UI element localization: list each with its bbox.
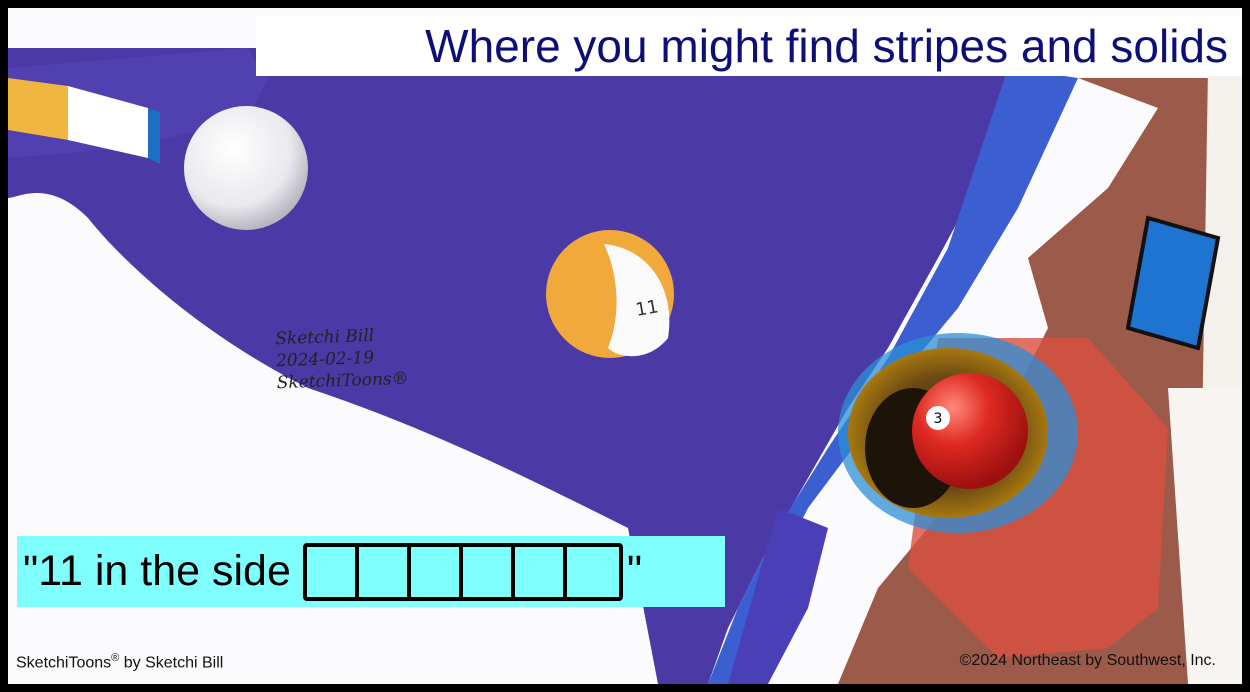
svg-text:11: 11 <box>634 296 660 321</box>
footer-brand: SketchiToons <box>16 654 112 672</box>
artist-signature: Sketchi Bill 2024-02-19 SketchiToons® <box>275 324 409 395</box>
answer-blank <box>410 546 463 597</box>
footer-credit: SketchiToons® by Sketchi Bill <box>16 652 223 672</box>
page-title: Where you might find stripes and solids <box>425 20 1228 72</box>
comic-panel: 3 11 Where you might find stripes and so… <box>8 8 1242 684</box>
answer-blank <box>358 546 411 597</box>
ball-3: 3 <box>912 373 1028 489</box>
ball-11: 11 <box>546 230 674 358</box>
caption-quote: "11 in the side <box>23 547 291 595</box>
title-banner: Where you might find stripes and solids <box>256 16 1242 76</box>
svg-text:3: 3 <box>934 411 943 427</box>
caption-quote-close: " <box>626 547 643 595</box>
footer-copyright: ©2024 Northeast by Southwest, Inc. <box>959 652 1216 669</box>
answer-blank <box>566 546 619 597</box>
answer-blanks <box>302 542 623 601</box>
answer-blank <box>514 546 567 597</box>
footer-author: by Sketchi Bill <box>119 654 224 672</box>
answer-blank <box>462 546 515 597</box>
answer-blank <box>306 546 359 597</box>
caption-box: "11 in the side " <box>17 536 725 607</box>
signature-brand: SketchiToons® <box>276 368 409 394</box>
cue-ball <box>184 106 308 230</box>
